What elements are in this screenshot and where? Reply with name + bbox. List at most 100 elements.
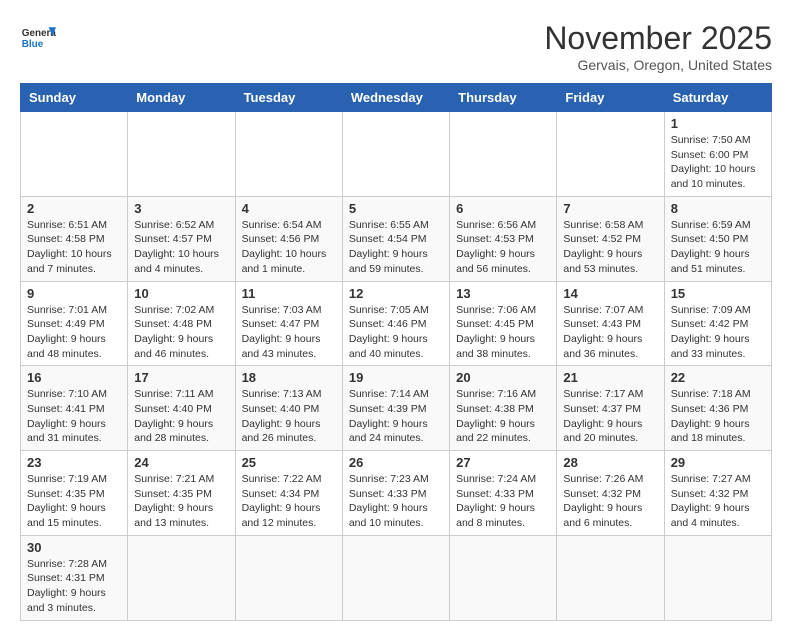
day-number: 26	[349, 455, 443, 470]
day-info: Sunrise: 7:02 AM Sunset: 4:48 PM Dayligh…	[134, 303, 228, 362]
calendar-cell: 18Sunrise: 7:13 AM Sunset: 4:40 PM Dayli…	[235, 366, 342, 451]
day-info: Sunrise: 7:13 AM Sunset: 4:40 PM Dayligh…	[242, 387, 336, 446]
calendar-cell: 15 Sunrise: 7:09 AM Sunset: 4:42 PM Dayli…	[664, 281, 771, 366]
col-header-friday: Friday	[557, 84, 664, 112]
day-number: 25	[242, 455, 336, 470]
day-info: Sunrise: 7:26 AM Sunset: 4:32 PM Dayligh…	[563, 472, 657, 531]
calendar-cell	[21, 112, 128, 197]
calendar-cell	[664, 535, 771, 620]
day-number: 5	[349, 201, 443, 216]
day-info: Sunrise: 7:07 AM Sunset: 4:43 PM Dayligh…	[563, 303, 657, 362]
day-number: 11	[242, 286, 336, 301]
day-number: 27	[456, 455, 550, 470]
title-block: November 2025 Gervais, Oregon, United St…	[544, 20, 772, 73]
day-info: Sunrise: 7:03 AM Sunset: 4:47 PM Dayligh…	[242, 303, 336, 362]
calendar-cell: 12Sunrise: 7:05 AM Sunset: 4:46 PM Dayli…	[342, 281, 449, 366]
day-number: 17	[134, 370, 228, 385]
calendar-cell	[557, 535, 664, 620]
month-title: November 2025	[544, 20, 772, 57]
day-number: 30	[27, 540, 121, 555]
calendar-cell	[450, 112, 557, 197]
day-number: 13	[456, 286, 550, 301]
calendar-cell	[235, 112, 342, 197]
day-info: Sunrise: 7:28 AM Sunset: 4:31 PM Dayligh…	[27, 557, 121, 616]
day-info: Sunrise: 7:18 AM Sunset: 4:36 PM Dayligh…	[671, 387, 765, 446]
day-info: Sunrise: 7:50 AM Sunset: 6:00 PM Dayligh…	[671, 133, 765, 192]
day-info: Sunrise: 6:55 AM Sunset: 4:54 PM Dayligh…	[349, 218, 443, 277]
day-number: 20	[456, 370, 550, 385]
calendar-cell	[235, 535, 342, 620]
day-number: 15	[671, 286, 765, 301]
calendar-cell: 14 Sunrise: 7:07 AM Sunset: 4:43 PM Dayli…	[557, 281, 664, 366]
calendar-cell: 2 Sunrise: 6:51 AM Sunset: 4:58 PM Daylig…	[21, 196, 128, 281]
day-number: 9	[27, 286, 121, 301]
calendar-cell: 5 Sunrise: 6:55 AM Sunset: 4:54 PM Daylig…	[342, 196, 449, 281]
calendar-cell	[342, 112, 449, 197]
day-info: Sunrise: 7:09 AM Sunset: 4:42 PM Dayligh…	[671, 303, 765, 362]
calendar-cell: 9Sunrise: 7:01 AM Sunset: 4:49 PM Daylig…	[21, 281, 128, 366]
day-number: 14	[563, 286, 657, 301]
day-number: 22	[671, 370, 765, 385]
col-header-saturday: Saturday	[664, 84, 771, 112]
calendar-cell: 24Sunrise: 7:21 AM Sunset: 4:35 PM Dayli…	[128, 451, 235, 536]
logo: General Blue	[20, 20, 56, 56]
calendar-cell: 27Sunrise: 7:24 AM Sunset: 4:33 PM Dayli…	[450, 451, 557, 536]
calendar-cell: 4 Sunrise: 6:54 AM Sunset: 4:56 PM Daylig…	[235, 196, 342, 281]
calendar-cell: 21Sunrise: 7:17 AM Sunset: 4:37 PM Dayli…	[557, 366, 664, 451]
calendar-cell: 26 Sunrise: 7:23 AM Sunset: 4:33 PM Dayli…	[342, 451, 449, 536]
generalblue-logo-icon: General Blue	[20, 20, 56, 56]
calendar-cell	[450, 535, 557, 620]
day-number: 1	[671, 116, 765, 131]
day-info: Sunrise: 7:22 AM Sunset: 4:34 PM Dayligh…	[242, 472, 336, 531]
day-info: Sunrise: 7:10 AM Sunset: 4:41 PM Dayligh…	[27, 387, 121, 446]
col-header-thursday: Thursday	[450, 84, 557, 112]
calendar-cell: 28 Sunrise: 7:26 AM Sunset: 4:32 PM Dayli…	[557, 451, 664, 536]
day-number: 10	[134, 286, 228, 301]
day-number: 2	[27, 201, 121, 216]
day-info: Sunrise: 7:16 AM Sunset: 4:38 PM Dayligh…	[456, 387, 550, 446]
calendar-week-row: 1 Sunrise: 7:50 AM Sunset: 6:00 PM Daylig…	[21, 112, 772, 197]
day-info: Sunrise: 7:06 AM Sunset: 4:45 PM Dayligh…	[456, 303, 550, 362]
calendar-cell	[557, 112, 664, 197]
page-header: General Blue November 2025 Gervais, Oreg…	[20, 20, 772, 73]
calendar-cell: 16 Sunrise: 7:10 AM Sunset: 4:41 PM Dayli…	[21, 366, 128, 451]
calendar-cell: 17 Sunrise: 7:11 AM Sunset: 4:40 PM Dayli…	[128, 366, 235, 451]
day-info: Sunrise: 7:23 AM Sunset: 4:33 PM Dayligh…	[349, 472, 443, 531]
calendar-week-row: 30 Sunrise: 7:28 AM Sunset: 4:31 PM Dayli…	[21, 535, 772, 620]
day-info: Sunrise: 7:11 AM Sunset: 4:40 PM Dayligh…	[134, 387, 228, 446]
day-info: Sunrise: 6:59 AM Sunset: 4:50 PM Dayligh…	[671, 218, 765, 277]
calendar-cell: 25 Sunrise: 7:22 AM Sunset: 4:34 PM Dayli…	[235, 451, 342, 536]
calendar-cell: 22 Sunrise: 7:18 AM Sunset: 4:36 PM Dayli…	[664, 366, 771, 451]
col-header-wednesday: Wednesday	[342, 84, 449, 112]
col-header-tuesday: Tuesday	[235, 84, 342, 112]
day-number: 24	[134, 455, 228, 470]
calendar-week-row: 2 Sunrise: 6:51 AM Sunset: 4:58 PM Daylig…	[21, 196, 772, 281]
calendar-cell: 10 Sunrise: 7:02 AM Sunset: 4:48 PM Dayli…	[128, 281, 235, 366]
day-number: 21	[563, 370, 657, 385]
calendar-cell	[128, 535, 235, 620]
day-number: 8	[671, 201, 765, 216]
calendar-cell: 29Sunrise: 7:27 AM Sunset: 4:32 PM Dayli…	[664, 451, 771, 536]
day-info: Sunrise: 7:19 AM Sunset: 4:35 PM Dayligh…	[27, 472, 121, 531]
day-info: Sunrise: 6:58 AM Sunset: 4:52 PM Dayligh…	[563, 218, 657, 277]
calendar-cell	[128, 112, 235, 197]
day-info: Sunrise: 7:14 AM Sunset: 4:39 PM Dayligh…	[349, 387, 443, 446]
day-info: Sunrise: 6:51 AM Sunset: 4:58 PM Dayligh…	[27, 218, 121, 277]
day-number: 4	[242, 201, 336, 216]
calendar-cell: 20 Sunrise: 7:16 AM Sunset: 4:38 PM Dayli…	[450, 366, 557, 451]
day-number: 3	[134, 201, 228, 216]
day-number: 16	[27, 370, 121, 385]
day-number: 29	[671, 455, 765, 470]
calendar-cell: 23 Sunrise: 7:19 AM Sunset: 4:35 PM Dayli…	[21, 451, 128, 536]
calendar-cell: 1 Sunrise: 7:50 AM Sunset: 6:00 PM Daylig…	[664, 112, 771, 197]
calendar-cell: 19Sunrise: 7:14 AM Sunset: 4:39 PM Dayli…	[342, 366, 449, 451]
calendar-cell: 8 Sunrise: 6:59 AM Sunset: 4:50 PM Daylig…	[664, 196, 771, 281]
day-number: 23	[27, 455, 121, 470]
day-number: 28	[563, 455, 657, 470]
col-header-sunday: Sunday	[21, 84, 128, 112]
day-number: 7	[563, 201, 657, 216]
calendar-cell: 7 Sunrise: 6:58 AM Sunset: 4:52 PM Daylig…	[557, 196, 664, 281]
day-info: Sunrise: 7:05 AM Sunset: 4:46 PM Dayligh…	[349, 303, 443, 362]
day-info: Sunrise: 6:54 AM Sunset: 4:56 PM Dayligh…	[242, 218, 336, 277]
calendar-cell: 30 Sunrise: 7:28 AM Sunset: 4:31 PM Dayli…	[21, 535, 128, 620]
